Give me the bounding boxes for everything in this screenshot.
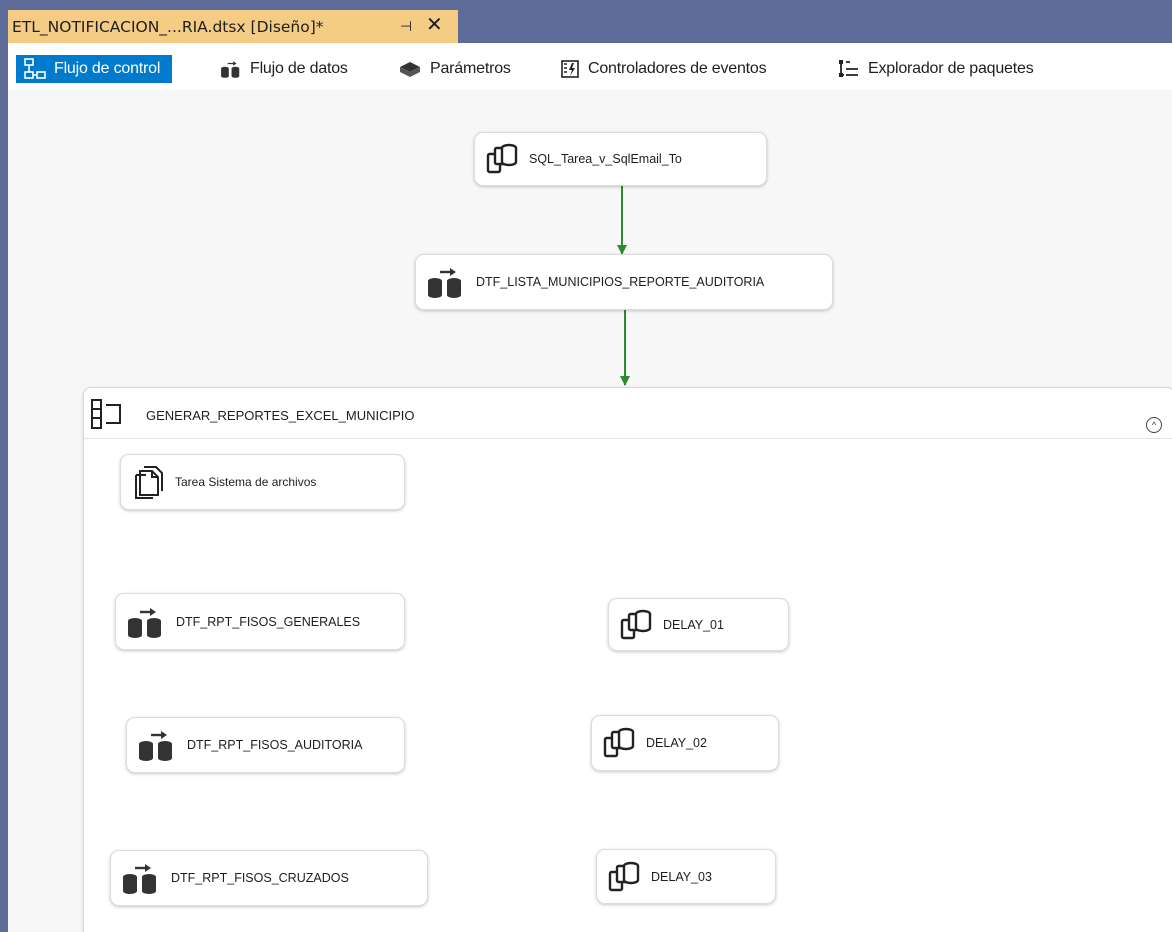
sql-task-icon [602, 726, 636, 760]
task-label: DELAY_01 [663, 617, 724, 632]
data-flow-task-icon [426, 265, 466, 299]
data-flow-task[interactable]: DTF_RPT_FISOS_CRUZADOS [110, 850, 428, 906]
window-left-edge [0, 0, 8, 932]
pin-tab-icon[interactable]: ⊣ [400, 18, 412, 35]
collapse-icon[interactable]: ^ [1146, 417, 1162, 433]
file-system-task-icon [131, 465, 165, 499]
container-header: GENERAR_REPORTES_EXCEL_MUNICIPIO ^ [84, 388, 1172, 439]
tab-package-explorer[interactable]: Explorador de paquetes [838, 55, 1034, 83]
tab-control-flow-label: Flujo de control [54, 60, 161, 77]
sequence-container-icon [91, 399, 121, 429]
event-handlers-icon [561, 60, 579, 78]
task-label: SQL_Tarea_v_SqlEmail_To [529, 152, 682, 166]
data-flow-task[interactable]: DTF_LISTA_MUNICIPIOS_REPORTE_AUDITORIA [415, 254, 833, 310]
tab-event-handlers-label: Controladores de eventos [588, 60, 767, 77]
task-label: DELAY_02 [646, 736, 707, 750]
sql-task-icon [485, 142, 519, 176]
sql-task[interactable]: DELAY_01 [608, 598, 789, 651]
data-flow-task[interactable]: DTF_RPT_FISOS_AUDITORIA [126, 717, 405, 773]
document-tab-title: ETL_NOTIFICACION_...RIA.dtsx [Diseño]* [12, 17, 324, 36]
sql-task[interactable]: DELAY_02 [591, 715, 779, 771]
designer-tab-bar: Flujo de control Flujo de datos Parámetr… [8, 43, 1172, 90]
sql-task-icon [619, 608, 653, 642]
document-tab-strip: ETL_NOTIFICACION_...RIA.dtsx [Diseño]* ⊣… [8, 0, 1172, 43]
tab-control-flow[interactable]: Flujo de control [16, 55, 173, 83]
task-label: Tarea Sistema de archivos [175, 475, 317, 489]
data-flow-task-icon [121, 861, 161, 895]
tab-parameters-label: Parámetros [430, 60, 511, 77]
tab-parameters[interactable]: Parámetros [398, 55, 511, 83]
close-tab-icon[interactable]: ✕ [426, 14, 443, 36]
file-system-task[interactable]: Tarea Sistema de archivos [120, 454, 405, 510]
data-flow-icon [220, 58, 242, 80]
tab-package-explorer-label: Explorador de paquetes [868, 60, 1034, 77]
task-label: DELAY_03 [651, 869, 712, 884]
data-flow-task[interactable]: DTF_RPT_FISOS_GENERALES [115, 593, 405, 650]
design-canvas[interactable]: SQL_Tarea_v_SqlEmail_To DTF_LISTA_MUNICI… [8, 90, 1172, 932]
container-title: GENERAR_REPORTES_EXCEL_MUNICIPIO [146, 408, 415, 423]
sql-task[interactable]: DELAY_03 [596, 849, 776, 904]
tab-event-handlers[interactable]: Controladores de eventos [560, 55, 767, 83]
tab-data-flow[interactable]: Flujo de datos [220, 55, 348, 83]
task-label: DTF_RPT_FISOS_CRUZADOS [171, 871, 349, 885]
data-flow-task-icon [137, 728, 177, 762]
sql-task-icon [607, 860, 641, 894]
parameters-icon [400, 62, 420, 77]
document-tab[interactable]: ETL_NOTIFICACION_...RIA.dtsx [Diseño]* ⊣… [8, 10, 458, 43]
sql-task[interactable]: SQL_Tarea_v_SqlEmail_To [474, 132, 767, 186]
task-label: DTF_RPT_FISOS_GENERALES [176, 614, 361, 629]
control-flow-icon [24, 58, 46, 79]
data-flow-task-icon [126, 605, 166, 639]
task-label: DTF_RPT_FISOS_AUDITORIA [187, 738, 363, 752]
task-label: DTF_LISTA_MUNICIPIOS_REPORTE_AUDITORIA [476, 275, 765, 289]
package-explorer-icon [839, 60, 858, 77]
tab-data-flow-label: Flujo de datos [250, 60, 348, 77]
